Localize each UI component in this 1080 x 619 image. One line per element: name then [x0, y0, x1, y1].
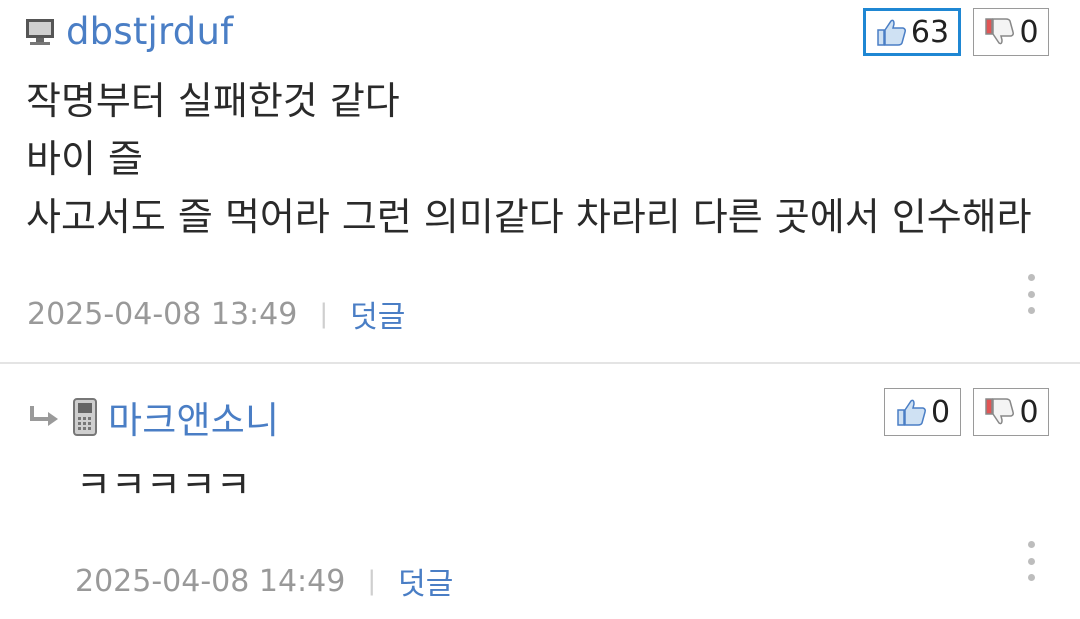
downvote-button[interactable]: 0	[973, 388, 1049, 436]
downvote-count: 0	[1019, 394, 1039, 430]
comment-meta: 2025-04-08 13:49 | 덧글	[27, 292, 405, 336]
upvote-count: 63	[910, 14, 950, 50]
thumbs-down-icon	[985, 18, 1015, 45]
author-name[interactable]: 마크앤소니	[108, 390, 279, 444]
thumbs-down-icon	[985, 398, 1015, 425]
comment-date: 2025-04-08 14:49	[75, 563, 346, 599]
comment-author-row: 마크앤소니	[28, 390, 279, 444]
thumbs-up-icon	[877, 19, 906, 46]
meta-separator: |	[319, 299, 329, 329]
upvote-count: 0	[930, 394, 951, 430]
reply-link[interactable]: 덧글	[398, 559, 453, 603]
comment-meta: 2025-04-08 14:49 | 덧글	[75, 559, 453, 603]
comment-line: 바이 즐	[26, 137, 143, 181]
author-name[interactable]: dbstjrduf	[66, 10, 233, 53]
downvote-button[interactable]: 0	[973, 8, 1049, 56]
comment-line: 작명부터 실패한것 같다	[26, 79, 400, 123]
comment-date: 2025-04-08 13:49	[27, 296, 298, 332]
mobile-phone-icon	[73, 398, 97, 436]
reply-link[interactable]: 덧글	[350, 292, 405, 336]
reply-comment-item: 마크앤소니 0 0 ㅋㅋㅋㅋㅋ 2025-04-08 14:49 | 덧글	[0, 364, 1080, 619]
desktop-icon	[26, 18, 54, 45]
downvote-count: 0	[1019, 14, 1039, 50]
reply-arrow-icon	[30, 406, 58, 426]
thumbs-up-icon	[897, 399, 926, 426]
upvote-button[interactable]: 0	[884, 388, 961, 436]
comment-body: ㅋㅋㅋㅋㅋ	[76, 456, 251, 514]
more-options-icon[interactable]	[1021, 541, 1041, 581]
more-options-icon[interactable]	[1021, 274, 1041, 314]
comment-body: 작명부터 실패한것 같다 바이 즐 사고서도 즐 먹어라 그런 의미같다 차라리…	[26, 72, 1032, 246]
comment-line: 사고서도 즐 먹어라 그런 의미같다 차라리 다른 곳에서 인수해라	[26, 195, 1032, 239]
comment-line: ㅋㅋㅋㅋㅋ	[76, 463, 251, 507]
comment-author-row: dbstjrduf	[24, 10, 233, 53]
comment-item: dbstjrduf 63 0 작명부터 실패한것 같다 바이 즐 사고서도 즐 …	[0, 0, 1080, 364]
upvote-button[interactable]: 63	[863, 8, 961, 56]
meta-separator: |	[367, 566, 377, 596]
